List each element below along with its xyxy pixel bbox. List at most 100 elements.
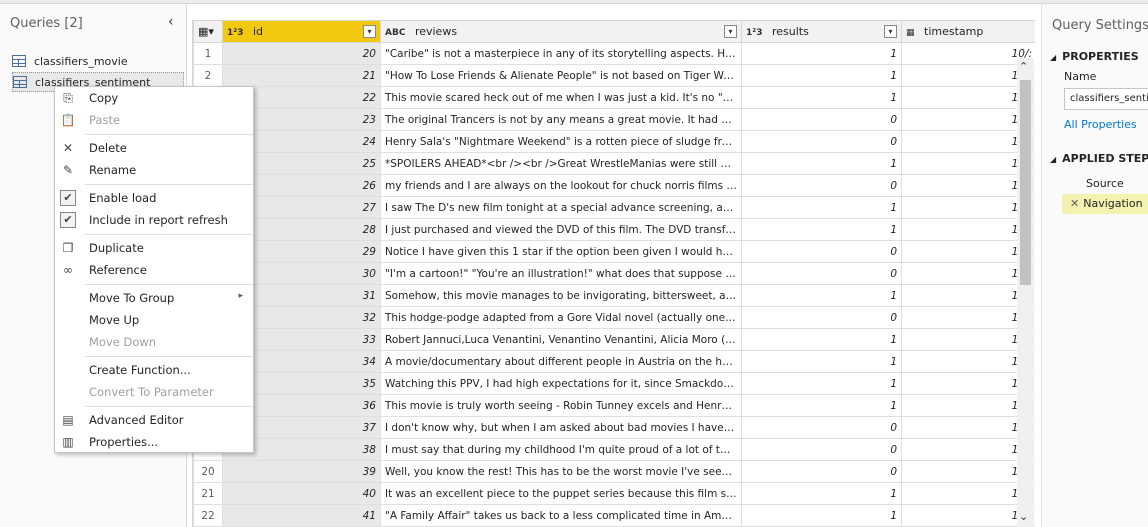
- result-cell[interactable]: 0: [741, 174, 902, 197]
- menu-item-duplicate[interactable]: ❐ Duplicate: [55, 237, 253, 259]
- review-cell[interactable]: This hodge-podge adapted from a Gore Vid…: [380, 306, 742, 329]
- timestamp-cell[interactable]: 10/:: [901, 504, 1035, 527]
- collapse-pane-chevron-icon[interactable]: ‹: [168, 14, 174, 30]
- review-cell[interactable]: The original Trancers is not by any mean…: [380, 108, 742, 131]
- row-number[interactable]: 22: [193, 504, 223, 527]
- filter-dropdown-icon[interactable]: ▾: [884, 25, 897, 38]
- result-cell[interactable]: 0: [741, 108, 902, 131]
- whole-number-type-icon[interactable]: 1²3: [746, 28, 762, 38]
- timestamp-cell[interactable]: 10/:: [901, 372, 1035, 395]
- scroll-up-icon[interactable]: ⌃: [1019, 60, 1028, 73]
- table-row[interactable]: 2 21 "How To Lose Friends & Alienate Peopl…: [193, 64, 1035, 87]
- checkbox-checked-icon[interactable]: ✔: [60, 212, 76, 228]
- timestamp-cell[interactable]: 10/:: [901, 284, 1035, 307]
- step-source[interactable]: Source: [1062, 174, 1148, 194]
- table-row[interactable]: 1130"I'm a cartoon!" "You're an illustra…: [193, 262, 1035, 285]
- timestamp-cell[interactable]: 10/:: [901, 240, 1035, 263]
- review-cell[interactable]: "How To Lose Friends & Alienate People" …: [380, 64, 742, 87]
- table-row[interactable]: 726my friends and I are always on the lo…: [193, 174, 1035, 197]
- scrollbar-thumb[interactable]: [1020, 80, 1031, 285]
- collapse-triangle-icon[interactable]: ◢: [1050, 155, 1056, 164]
- timestamp-cell[interactable]: 10/:: [901, 482, 1035, 505]
- review-cell[interactable]: This movie is truly worth seeing - Robin…: [380, 394, 742, 417]
- timestamp-cell[interactable]: 10/:: [901, 130, 1035, 153]
- review-cell[interactable]: Henry Sala's "Nightmare Weekend" is a ro…: [380, 130, 742, 153]
- result-cell[interactable]: 0: [741, 416, 902, 439]
- table-row[interactable]: 625*SPOILERS AHEAD*<br /><br />Great Wre…: [193, 152, 1035, 175]
- review-cell[interactable]: Somehow, this movie manages to be invigo…: [380, 284, 742, 307]
- result-cell[interactable]: 0: [741, 130, 902, 153]
- table-row[interactable]: 524Henry Sala's "Nightmare Weekend" is a…: [193, 130, 1035, 153]
- checkbox-checked-icon[interactable]: ✔: [60, 190, 76, 206]
- review-cell[interactable]: Watching this PPV, I had high expectatio…: [380, 372, 742, 395]
- scroll-down-icon[interactable]: ⌄: [1019, 510, 1028, 523]
- result-cell[interactable]: 1: [741, 372, 902, 395]
- id-cell[interactable]: 39: [222, 460, 381, 483]
- result-cell[interactable]: 1: [741, 86, 902, 109]
- review-cell[interactable]: Well, you know the rest! This has to be …: [380, 460, 742, 483]
- id-cell[interactable]: 21: [222, 64, 381, 87]
- review-cell[interactable]: I don't know why, but when I am asked ab…: [380, 416, 742, 439]
- timestamp-cell[interactable]: 10/:: [901, 174, 1035, 197]
- review-cell[interactable]: It was an excellent piece to the puppet …: [380, 482, 742, 505]
- result-cell[interactable]: 1: [741, 482, 902, 505]
- menu-item-rename[interactable]: ✎ Rename: [55, 159, 253, 181]
- result-cell[interactable]: 1: [741, 284, 902, 307]
- column-header-results[interactable]: 1²3 results ▾: [741, 20, 902, 43]
- table-row[interactable]: 1231Somehow, this movie manages to be in…: [193, 284, 1035, 307]
- filter-dropdown-icon[interactable]: ▾: [363, 25, 376, 38]
- column-header-reviews[interactable]: ABC reviews ▾: [380, 20, 742, 43]
- menu-item-reference[interactable]: ∞ Reference: [55, 259, 253, 281]
- menu-item-move-to-group[interactable]: Move To Group ▸: [55, 287, 253, 309]
- table-row[interactable]: 1635Watching this PPV, I had high expect…: [193, 372, 1035, 395]
- menu-item-advanced-editor[interactable]: ▤ Advanced Editor: [55, 409, 253, 431]
- review-cell[interactable]: Robert Jannuci,Luca Venantini, Venantino…: [380, 328, 742, 351]
- filter-dropdown-icon[interactable]: ▾: [724, 25, 737, 38]
- timestamp-cell[interactable]: 10/:: [901, 42, 1035, 65]
- timestamp-cell[interactable]: 10/:: [901, 350, 1035, 373]
- table-row[interactable]: 928I just purchased and viewed the DVD o…: [193, 218, 1035, 241]
- table-row[interactable]: 21 40 It was an excellent piece to the pup…: [193, 482, 1035, 505]
- query-name-input[interactable]: classifiers_sentiment: [1064, 88, 1148, 110]
- table-row[interactable]: 1736This movie is truly worth seeing - R…: [193, 394, 1035, 417]
- table-row[interactable]: 423The original Trancers is not by any m…: [193, 108, 1035, 131]
- applied-steps-section-header[interactable]: ◢ APPLIED STEPS: [1050, 152, 1148, 165]
- timestamp-cell[interactable]: 10/:: [901, 64, 1035, 87]
- result-cell[interactable]: 1: [741, 218, 902, 241]
- table-row[interactable]: 1938I must say that during my childhood …: [193, 438, 1035, 461]
- review-cell[interactable]: I just purchased and viewed the DVD of t…: [380, 218, 742, 241]
- timestamp-cell[interactable]: 10/:: [901, 152, 1035, 175]
- result-cell[interactable]: 1: [741, 328, 902, 351]
- menu-item-delete[interactable]: ✕ Delete: [55, 137, 253, 159]
- table-row[interactable]: 1837I don't know why, but when I am aske…: [193, 416, 1035, 439]
- review-cell[interactable]: I saw The D's new film tonight at a spec…: [380, 196, 742, 219]
- delete-step-icon[interactable]: ✕: [1070, 197, 1079, 210]
- id-cell[interactable]: 40: [222, 482, 381, 505]
- row-number[interactable]: 21: [193, 482, 223, 505]
- timestamp-cell[interactable]: 10/:: [901, 394, 1035, 417]
- result-cell[interactable]: 1: [741, 350, 902, 373]
- table-row[interactable]: 322This movie scared heck out of me when…: [193, 86, 1035, 109]
- row-number[interactable]: 1: [193, 42, 223, 65]
- review-cell[interactable]: *SPOILERS AHEAD*<br /><br />Great Wrestl…: [380, 152, 742, 175]
- row-number[interactable]: 20: [193, 460, 223, 483]
- result-cell[interactable]: 1: [741, 64, 902, 87]
- result-cell[interactable]: 1: [741, 504, 902, 527]
- timestamp-cell[interactable]: 10/:: [901, 460, 1035, 483]
- result-cell[interactable]: 0: [741, 460, 902, 483]
- table-row[interactable]: 22 41 "A Family Affair" takes us back to a…: [193, 504, 1035, 527]
- menu-item-include-in-report-refresh[interactable]: ✔ Include in report refresh: [55, 209, 253, 231]
- text-type-icon[interactable]: ABC: [385, 28, 405, 38]
- table-row[interactable]: 1029Notice I have given this 1 star if t…: [193, 240, 1035, 263]
- review-cell[interactable]: A movie/documentary about different peop…: [380, 350, 742, 373]
- menu-item-copy[interactable]: ⎘ Copy: [55, 87, 253, 109]
- table-row[interactable]: 1534A movie/documentary about different …: [193, 350, 1035, 373]
- timestamp-cell[interactable]: 10/:: [901, 416, 1035, 439]
- result-cell[interactable]: 1: [741, 152, 902, 175]
- review-cell[interactable]: my friends and I are always on the looko…: [380, 174, 742, 197]
- table-row[interactable]: 827I saw The D's new film tonight at a s…: [193, 196, 1035, 219]
- all-properties-link[interactable]: All Properties: [1064, 118, 1137, 131]
- vertical-scrollbar[interactable]: ⌃ ⌄: [1017, 58, 1034, 527]
- timestamp-cell[interactable]: 10/:: [901, 438, 1035, 461]
- timestamp-cell[interactable]: 10/:: [901, 328, 1035, 351]
